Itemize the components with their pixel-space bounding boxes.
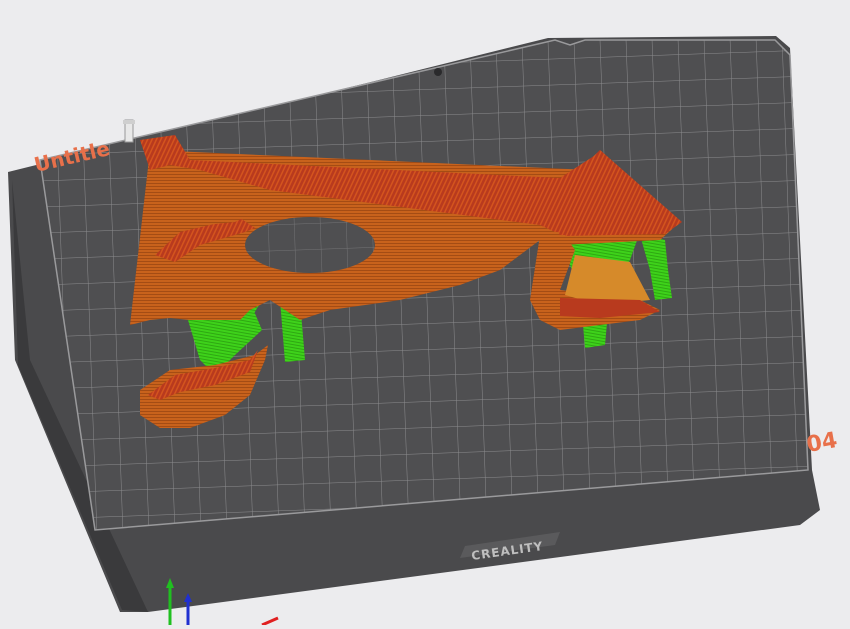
plate-number-label[interactable]: 04 xyxy=(805,428,840,458)
build-plate: CREALITY xyxy=(8,36,820,612)
bed-notch xyxy=(434,68,442,76)
3d-viewport[interactable]: CREALITY Untitle 04 xyxy=(0,0,850,627)
nozzle-marker-icon xyxy=(123,119,135,143)
viewport-canvas[interactable]: CREALITY Untitle 04 xyxy=(0,0,850,627)
